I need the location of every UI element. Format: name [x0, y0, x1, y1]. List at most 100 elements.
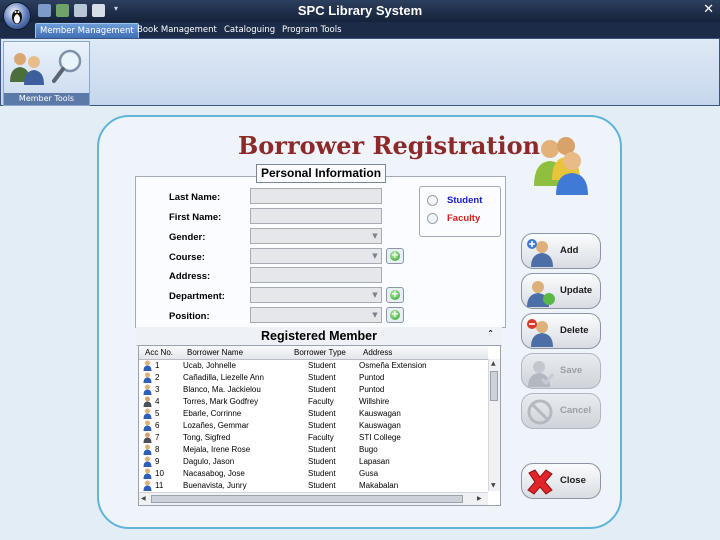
table-row[interactable]: 5 Ebarle, Corrinne Student Kauswagan [139, 408, 488, 420]
save-label: Save [560, 365, 583, 376]
column-header-acc-no[interactable]: Acc No. [145, 348, 173, 357]
cancel-button[interactable]: Cancel [521, 393, 601, 429]
address-cell: Bugo [359, 445, 378, 454]
horizontal-scrollbar[interactable]: ◀ ▶ [139, 492, 488, 505]
chevron-down-icon[interactable]: ▼ [369, 288, 381, 302]
borrower-type-cell: Student [308, 421, 336, 430]
acc-no-cell: 6 [155, 421, 160, 430]
member-icon [143, 468, 152, 479]
table-row[interactable]: 8 Mejala, Irene Rose Student Bugo [139, 444, 488, 456]
add-department-button[interactable]: + [386, 287, 404, 303]
position-label: Position: [169, 311, 210, 322]
add-course-button[interactable]: + [386, 248, 404, 264]
member-icon [143, 360, 152, 371]
column-header-address[interactable]: Address [363, 348, 392, 357]
chevron-down-icon[interactable]: ▼ [369, 249, 381, 263]
table-row[interactable]: 3 Blanco, Ma. Jackielou Student Puntod [139, 384, 488, 396]
borrowers-group-icon [534, 137, 588, 195]
acc-no-cell: 9 [155, 457, 160, 466]
acc-no-cell: 11 [155, 481, 164, 490]
update-button[interactable]: Update [521, 273, 601, 309]
registered-member-title: Registered Member [260, 329, 377, 343]
add-button[interactable]: Add [521, 233, 601, 269]
member-tools-group: Member Tools [3, 41, 90, 106]
tab-member-management[interactable]: Member Management [35, 23, 139, 38]
scroll-right-icon[interactable]: ▶ [477, 495, 482, 503]
chevron-down-icon[interactable]: ▼ [369, 229, 381, 243]
borrower-name-cell: Ebarle, Corrinne [183, 409, 242, 418]
radio-button[interactable] [427, 213, 438, 224]
table-row[interactable]: 6 Lozañes, Gemmar Student Kauswagan [139, 420, 488, 432]
borrower-type-cell: Student [308, 385, 336, 394]
table-row[interactable]: 4 Torres, Mark Godfrey Faculty Willshire [139, 396, 488, 408]
table-row[interactable]: 9 Dagulo, Jason Student Lapasan [139, 456, 488, 468]
acc-no-cell: 2 [155, 373, 160, 382]
borrower-type-cell: Student [308, 409, 336, 418]
chevron-down-icon[interactable]: ▼ [369, 308, 381, 322]
faculty-radio[interactable]: Faculty [427, 213, 480, 224]
add-user-icon [527, 239, 553, 267]
add-position-button[interactable]: + [386, 307, 404, 323]
last-name-label: Last Name: [169, 192, 221, 203]
address-cell: Makabalan [359, 481, 399, 490]
magnifier-icon[interactable] [50, 48, 84, 86]
borrower-type-box [419, 186, 501, 237]
close-window-icon[interactable]: ✕ [703, 2, 714, 17]
acc-no-cell: 3 [155, 385, 160, 394]
registered-member-grid[interactable]: Acc No. Borrower Name Borrower Type Addr… [138, 345, 501, 506]
tab-cataloguing[interactable]: Cataloguing [220, 23, 279, 37]
borrower-name-cell: Dagulo, Jason [183, 457, 235, 466]
tab-program-tools[interactable]: Program Tools [278, 23, 346, 37]
table-row[interactable]: 11 Buenavista, Junry Student Makabalan [139, 480, 488, 492]
gender-dropdown[interactable]: ▼ [250, 228, 382, 244]
student-radio-label: Student [447, 195, 483, 206]
table-row[interactable]: 2 Cañadilla, Liezelle Ann Student Puntod [139, 372, 488, 384]
column-header-borrower-name[interactable]: Borrower Name [187, 348, 243, 357]
student-radio[interactable]: Student [427, 195, 482, 206]
scroll-up-icon[interactable]: ▲ [491, 360, 496, 368]
faculty-radio-label: Faculty [447, 213, 481, 224]
table-row[interactable]: 7 Tong, Sigfred Faculty STI College [139, 432, 488, 444]
radio-button[interactable] [427, 195, 438, 206]
address-cell: Willshire [359, 397, 390, 406]
borrower-type-cell: Faculty [308, 397, 334, 406]
vertical-scrollbar[interactable]: ▲ ▼ [488, 359, 500, 491]
borrower-type-cell: Student [308, 361, 336, 370]
borrower-type-cell: Student [308, 373, 336, 382]
vertical-scroll-thumb[interactable] [490, 371, 498, 401]
table-row[interactable]: 10 Nacasabog, Jose Student Gusa [139, 468, 488, 480]
member-icon [143, 396, 152, 407]
collapse-icon[interactable]: ⌃ [487, 329, 494, 338]
borrower-name-cell: Nacasabog, Jose [183, 469, 245, 478]
member-icon [143, 444, 152, 455]
department-dropdown[interactable]: ▼ [250, 287, 382, 303]
scroll-left-icon[interactable]: ◀ [141, 495, 146, 503]
acc-no-cell: 8 [155, 445, 160, 454]
delete-label: Delete [560, 325, 589, 336]
cancel-icon [527, 399, 553, 425]
acc-no-cell: 7 [155, 433, 160, 442]
borrower-name-cell: Mejala, Irene Rose [183, 445, 251, 454]
member-icon [143, 384, 152, 395]
borrower-type-cell: Student [308, 445, 336, 454]
cancel-label: Cancel [560, 405, 592, 416]
save-button[interactable]: Save [521, 353, 601, 389]
horizontal-scroll-thumb[interactable] [151, 495, 463, 503]
last-name-field[interactable] [250, 188, 382, 204]
members-icon[interactable] [8, 50, 46, 86]
plus-icon: + [390, 309, 400, 320]
table-row[interactable]: 1 Ucab, Johnelle Student Osmeña Extension [139, 360, 488, 372]
address-field[interactable] [250, 267, 382, 283]
close-button[interactable]: Close [521, 463, 601, 499]
window-title: SPC Library System [297, 3, 423, 18]
delete-button[interactable]: Delete [521, 313, 601, 349]
first-name-field[interactable] [250, 208, 382, 224]
app-menu-button[interactable] [3, 2, 31, 30]
scroll-down-icon[interactable]: ▼ [491, 482, 496, 490]
address-cell: Kauswagan [359, 409, 401, 418]
course-dropdown[interactable]: ▼ [250, 248, 382, 264]
position-dropdown[interactable]: ▼ [250, 307, 382, 323]
tab-book-management[interactable]: Book Management [133, 23, 221, 37]
column-header-borrower-type[interactable]: Borrower Type [294, 348, 346, 357]
update-label: Update [560, 285, 593, 296]
